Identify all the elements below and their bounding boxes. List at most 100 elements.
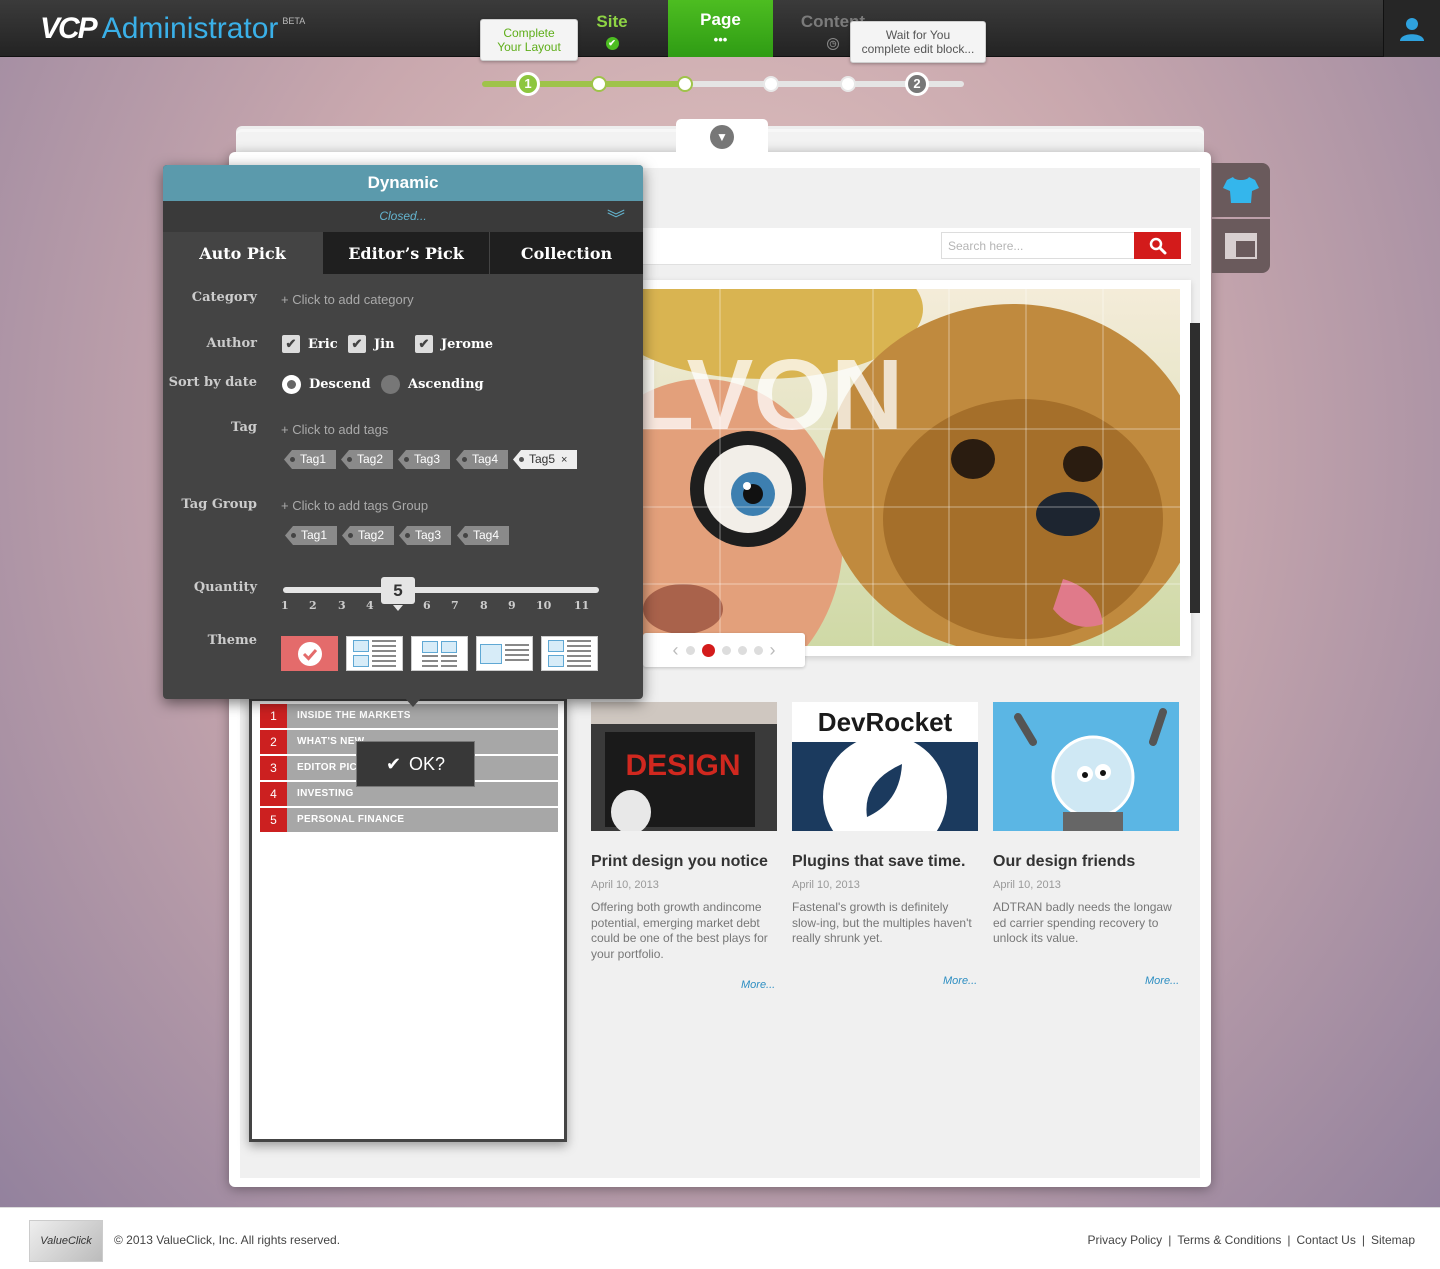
slider-tick: 6 [423, 599, 431, 612]
slide-dot[interactable] [737, 645, 747, 655]
list-item[interactable]: 1 INSIDE THE MARKETS [260, 704, 558, 728]
footer-link-sitemap[interactable]: Sitemap [1371, 1233, 1415, 1247]
theme-option[interactable] [346, 636, 403, 671]
hero-scrollbar[interactable] [1190, 323, 1200, 613]
tag-chip[interactable]: Tag2 [341, 450, 394, 469]
theme-option[interactable] [541, 636, 598, 671]
app-logo[interactable]: VCP Administrator BETA [40, 12, 305, 46]
tab-auto-pick[interactable]: Auto Pick [163, 232, 323, 274]
slide-dot[interactable] [721, 645, 731, 655]
slider-tick: 7 [451, 599, 459, 612]
image-icon [353, 640, 369, 652]
add-tag-group-link[interactable]: + Click to add tags Group [281, 498, 428, 513]
theme-tool-button[interactable] [1212, 163, 1270, 217]
progress-node[interactable] [763, 76, 779, 92]
author-checkbox-jin[interactable]: ✔ Jin [348, 335, 395, 353]
sort-radio-descend[interactable]: Descend [282, 375, 371, 394]
add-category-link[interactable]: + Click to add category [281, 292, 414, 307]
top-bar: VCP Administrator BETA Site ✔ Page ••• Con… [0, 0, 1440, 57]
more-link[interactable]: More... [943, 975, 977, 987]
progress-node[interactable] [840, 76, 856, 92]
article-title[interactable]: Print design you notice [591, 853, 777, 871]
image-icon [548, 655, 564, 667]
more-link[interactable]: More... [1145, 975, 1179, 987]
search-input[interactable] [941, 232, 1135, 259]
article-date: April 10, 2013 [993, 879, 1061, 891]
progress-node[interactable] [677, 76, 693, 92]
user-button[interactable] [1383, 0, 1440, 57]
slide-dot[interactable] [685, 645, 695, 655]
progress-step-1[interactable]: 1 [516, 72, 540, 96]
logo-sub: Administrator [101, 12, 279, 45]
quantity-label: Quantity [193, 580, 257, 595]
hero-image[interactable]: LVON [643, 289, 1180, 646]
image-icon [441, 640, 457, 653]
nav-tab-site[interactable]: Site ✔ [578, 0, 646, 57]
tab-collection[interactable]: Collection [490, 232, 643, 274]
tag-chip[interactable]: Tag1 [284, 450, 337, 469]
tag-label: Tag [231, 420, 257, 435]
ok-button[interactable]: ✔ OK? [356, 741, 475, 787]
slider-tick: 11 [574, 599, 590, 612]
article-image[interactable]: DevRocket [792, 702, 978, 831]
image-icon [353, 655, 369, 667]
article-title[interactable]: Plugins that save time. [792, 853, 978, 871]
progress-node[interactable] [591, 76, 607, 92]
tab-editors-pick[interactable]: Editor’s Pick [323, 232, 490, 274]
double-chevron-down-icon[interactable]: ︾ [607, 205, 625, 231]
author-checkbox-jerome[interactable]: ✔ Jerome [415, 335, 493, 353]
tag-group-chip[interactable]: Tag2 [342, 526, 395, 545]
layout-tool-button[interactable] [1212, 219, 1270, 273]
article-image[interactable]: DESIGN [591, 702, 777, 831]
list-item-number: 2 [260, 730, 287, 754]
slide-dot[interactable] [753, 645, 763, 655]
image-icon [480, 643, 502, 664]
quantity-slider[interactable] [283, 587, 599, 593]
author-checkbox-eric[interactable]: ✔ Eric [282, 335, 338, 353]
checkbox-checked-icon: ✔ [415, 335, 433, 353]
sort-radio-ascending[interactable]: Ascending [381, 375, 484, 394]
check-icon: ✔ [605, 37, 619, 50]
tag-chip[interactable]: Tag4 [456, 450, 509, 469]
article-image[interactable] [993, 702, 1179, 831]
search-icon [1149, 237, 1166, 254]
article-title[interactable]: Our design friends [993, 853, 1179, 871]
footer-link-contact[interactable]: Contact Us [1296, 1233, 1355, 1247]
close-icon[interactable]: × [561, 454, 567, 466]
add-tags-link[interactable]: + Click to add tags [281, 422, 388, 437]
clock-icon: ◷ [827, 38, 839, 50]
collapse-tab[interactable]: ▼ [676, 119, 768, 155]
nav-tab-page[interactable]: Page ••• [668, 0, 773, 57]
footer-link-terms[interactable]: Terms & Conditions [1177, 1233, 1281, 1247]
beta-badge: BETA [282, 16, 306, 26]
quantity-slider-handle[interactable]: 5 [381, 577, 415, 611]
divider: | [1168, 1233, 1172, 1247]
progress-step-2[interactable]: 2 [905, 72, 929, 96]
list-item[interactable]: 5 PERSONAL FINANCE [260, 808, 558, 832]
list-item-label: INSIDE THE MARKETS [287, 704, 558, 728]
tag-group-chip[interactable]: Tag4 [457, 526, 510, 545]
slide-dot-active[interactable] [701, 643, 715, 657]
theme-option-selected[interactable] [281, 636, 338, 671]
more-link[interactable]: More... [741, 979, 775, 991]
chevron-left-icon[interactable]: ‹ [673, 640, 679, 661]
panel-tabs: Auto Pick Editor’s Pick Collection [163, 232, 643, 274]
slider-tick: 9 [508, 599, 516, 612]
chevron-right-icon[interactable]: › [770, 640, 776, 661]
footer-logo[interactable]: ValueClick [29, 1220, 103, 1262]
theme-option[interactable] [476, 636, 533, 671]
panel-status-bar[interactable]: Closed... ︾ [163, 201, 643, 232]
theme-option[interactable] [411, 636, 468, 671]
tag-group-chip[interactable]: Tag3 [399, 526, 452, 545]
divider: | [1287, 1233, 1291, 1247]
article-excerpt: ADTRAN badly needs the longaw ed carrier… [993, 900, 1172, 945]
footer-link-privacy[interactable]: Privacy Policy [1088, 1233, 1163, 1247]
slider-tick: 4 [366, 599, 374, 612]
tag-group-chip[interactable]: Tag1 [285, 526, 338, 545]
ok-button-label: OK? [409, 753, 446, 774]
copyright: © 2013 ValueClick, Inc. All rights reser… [114, 1233, 341, 1247]
search-button[interactable] [1134, 232, 1181, 259]
check-icon: ✔ [385, 753, 402, 774]
tag-chip-selected[interactable]: Tag5 × [513, 450, 578, 469]
tag-chip[interactable]: Tag3 [398, 450, 451, 469]
